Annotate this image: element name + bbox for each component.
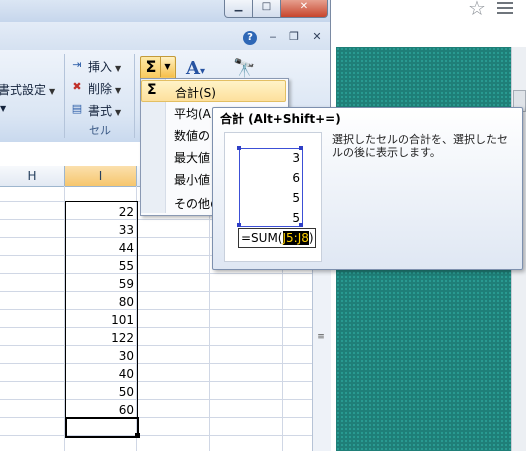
chevron-down-icon: ▼ <box>115 64 122 73</box>
selected-range-border <box>65 201 138 419</box>
column-header-h[interactable]: H <box>0 166 65 186</box>
tooltip-example-value: 5 <box>292 211 300 225</box>
menu-item-sum[interactable]: Σ 合計(S) <box>141 80 286 102</box>
chevron-down-icon: ▼ <box>49 87 56 96</box>
help-icon[interactable]: ? <box>243 31 257 45</box>
workbook-restore-button[interactable]: ❐ <box>286 30 302 44</box>
close-button[interactable]: ✕ <box>280 0 328 18</box>
format-button[interactable]: 書式 ▼ <box>88 102 121 119</box>
insert-button[interactable]: 挿入 ▼ <box>88 58 121 75</box>
gridline <box>0 399 312 400</box>
menu-item-label: 合計(S) <box>175 86 216 100</box>
gridline <box>0 363 312 364</box>
autosum-dropdown-button[interactable]: ▼ <box>160 57 174 77</box>
menu-item-label: 最小値 <box>174 173 211 187</box>
sigma-icon: Σ <box>147 82 157 98</box>
chevron-down-icon[interactable]: ▼ <box>0 104 6 113</box>
gridline <box>0 309 312 310</box>
scroll-grip-icon[interactable]: ≡ <box>315 332 327 342</box>
gridline <box>0 291 312 292</box>
format-label: 書式 <box>88 104 113 118</box>
tooltip-example-formula: =SUM(J5:J8) <box>238 228 316 248</box>
hamburger-menu-icon[interactable] <box>497 2 513 14</box>
format-settings-button[interactable]: 書式設定 ▼ <box>0 81 55 98</box>
tooltip-description: 選択したセルの合計を、選択したセルの後に表示します。 <box>332 133 508 159</box>
group-separator <box>64 54 65 138</box>
gridline <box>0 273 312 274</box>
delete-label: 削除 <box>88 82 113 96</box>
tooltip-example-value: 3 <box>292 151 300 165</box>
menu-item-label: 数値の <box>174 129 211 143</box>
workbook-minimize-button[interactable]: ‒ <box>265 30 281 44</box>
gridline <box>0 327 312 328</box>
tooltip-example-value: 6 <box>292 171 300 185</box>
minimize-button[interactable]: ▁ <box>224 0 253 18</box>
insert-label: 挿入 <box>88 60 113 74</box>
chevron-down-icon: ▼ <box>115 108 122 117</box>
delete-button[interactable]: 削除 ▼ <box>88 80 121 97</box>
find-select-icon[interactable]: 🔭 <box>233 58 255 79</box>
active-cell[interactable] <box>65 417 139 438</box>
cells-group-label: セル <box>89 124 111 137</box>
maximize-button[interactable]: □ <box>252 0 281 18</box>
column-header-i[interactable]: I <box>65 166 137 186</box>
formula-reference: J5:J8 <box>282 231 309 245</box>
gridline <box>209 186 210 451</box>
delete-cells-icon: ✖ <box>72 80 82 93</box>
formula-prefix: =SUM( <box>241 231 283 245</box>
sigma-icon: Σ <box>145 57 157 76</box>
tooltip-example-value: 5 <box>292 191 300 205</box>
gridline <box>0 345 312 346</box>
gridline <box>0 381 312 382</box>
fill-handle[interactable] <box>135 433 140 438</box>
format-settings-label: 書式設定 <box>0 83 47 97</box>
gridline <box>0 417 312 418</box>
group-separator <box>134 54 135 138</box>
sort-filter-icon[interactable]: A▾ <box>186 58 205 79</box>
format-cells-icon: ▤ <box>71 102 83 115</box>
bookmark-star-icon[interactable]: ☆ <box>466 0 488 19</box>
menu-item-label: 平均(A <box>174 107 211 121</box>
insert-cells-icon: ⇥ <box>72 58 82 71</box>
chevron-down-icon: ▼ <box>115 86 122 95</box>
gridline <box>0 435 312 436</box>
menu-item-label: 最大値 <box>174 151 211 165</box>
workbook-close-button[interactable]: ✕ <box>309 30 325 44</box>
tooltip-title: 合計 (Alt+Shift+=) <box>220 112 341 126</box>
formula-suffix: ) <box>308 231 314 245</box>
